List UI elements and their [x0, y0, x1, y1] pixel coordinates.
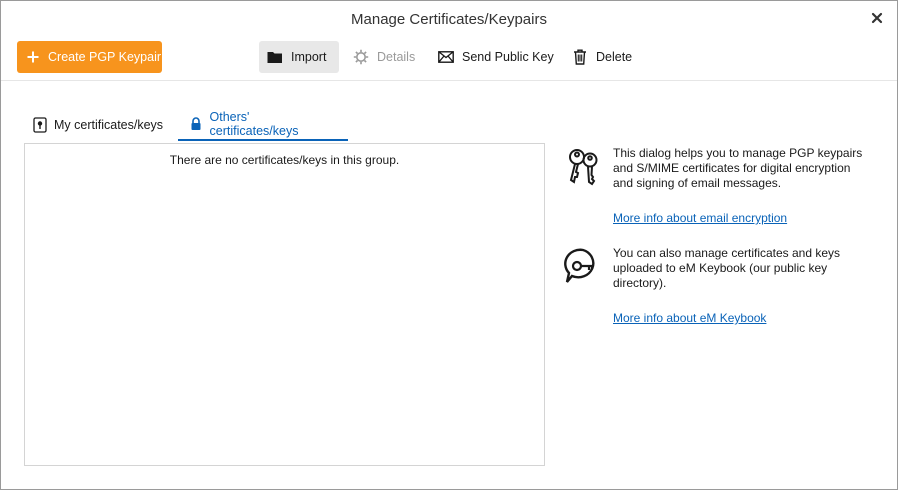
email-encryption-link[interactable]: More info about email encryption [613, 211, 787, 225]
dialog-title: Manage Certificates/Keypairs [351, 11, 547, 28]
folder-icon [267, 49, 283, 65]
empty-list-message: There are no certificates/keys in this g… [169, 153, 400, 167]
keybook-icon [564, 248, 595, 283]
tab-my-certificates[interactable]: My certificates/keys [24, 109, 178, 141]
import-button[interactable]: Import [259, 41, 339, 73]
import-label: Import [291, 50, 327, 64]
gear-icon [353, 49, 369, 65]
certificate-icon [32, 117, 48, 133]
send-public-key-button[interactable]: Send Public Key [438, 41, 554, 73]
certificate-list[interactable]: There are no certificates/keys in this g… [24, 143, 545, 466]
tab-others-certificates-label: Others' certificates/keys [209, 110, 299, 138]
keybook-info-text: You can also manage certificates and key… [613, 246, 841, 290]
create-pgp-keypair-button[interactable]: Create PGP Keypair [17, 41, 162, 73]
close-button[interactable] [869, 10, 885, 26]
encryption-info-text: This dialog helps you to manage PGP keyp… [613, 146, 863, 190]
create-pgp-keypair-label: Create PGP Keypair [48, 50, 162, 64]
certificate-tabs: My certificates/keys Others' certificate… [24, 109, 348, 141]
plus-icon [27, 51, 39, 63]
delete-button[interactable]: Delete [572, 41, 632, 73]
manage-certificates-dialog: Manage Certificates/Keypairs Create PGP … [0, 0, 898, 490]
close-icon [871, 12, 883, 24]
details-button[interactable]: Details [353, 41, 415, 73]
lock-icon [188, 116, 204, 132]
tab-others-certificates[interactable]: Others' certificates/keys [178, 109, 348, 141]
send-public-key-label: Send Public Key [462, 50, 554, 64]
delete-label: Delete [596, 50, 633, 64]
trash-icon [572, 49, 588, 65]
tab-my-certificates-label: My certificates/keys [54, 118, 164, 132]
toolbar: Create PGP Keypair Import Details Send P… [1, 39, 897, 81]
keybook-link[interactable]: More info about eM Keybook [613, 311, 766, 325]
details-label: Details [377, 50, 416, 64]
keys-icon [569, 149, 598, 186]
envelope-icon [438, 49, 454, 65]
